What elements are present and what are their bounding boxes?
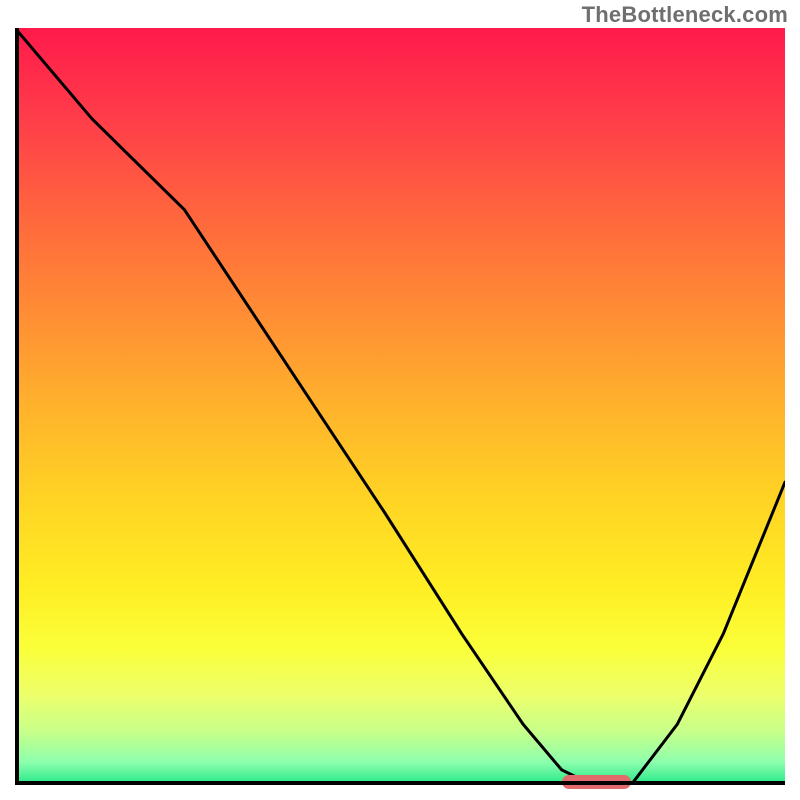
watermark-text: TheBottleneck.com (582, 2, 788, 28)
chart-container: TheBottleneck.com (0, 0, 800, 800)
plot-area (15, 28, 785, 785)
bottleneck-curve (15, 28, 785, 785)
optimal-marker (562, 775, 631, 789)
